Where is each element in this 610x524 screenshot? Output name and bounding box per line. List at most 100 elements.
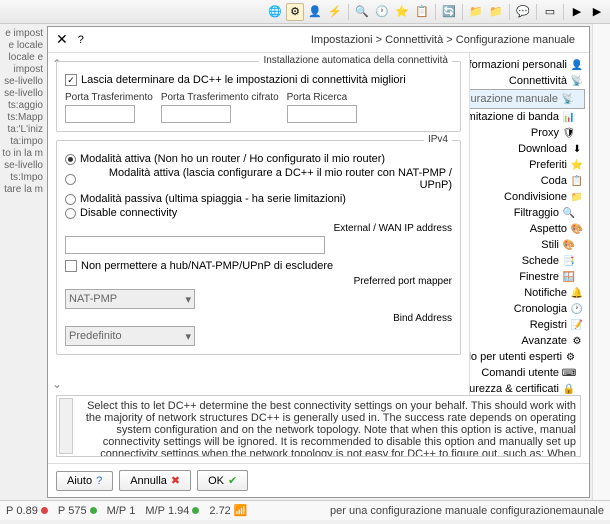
radio-active-upnp[interactable]: [65, 174, 76, 185]
port-mapper-label: Preferred port mapper: [65, 276, 452, 287]
tb-clock-icon[interactable]: 🕐: [373, 3, 391, 21]
tb-flash-icon[interactable]: ⚡: [326, 3, 344, 21]
nat-override-checkbox[interactable]: [65, 260, 77, 272]
tree-icon: 🎨: [563, 239, 575, 251]
ok-button[interactable]: ✔OK: [197, 470, 248, 491]
tb-search-icon[interactable]: 🔍: [353, 3, 371, 21]
port-transfer-input[interactable]: [65, 105, 135, 123]
tree-item[interactable]: 📡 Connettività: [474, 73, 585, 89]
tb-list-icon[interactable]: 📋: [413, 3, 431, 21]
tree-item[interactable]: 📑 Schede: [474, 253, 585, 269]
port-mapper-select[interactable]: ▾NAT-PMP: [65, 289, 195, 309]
radio4-label: Disable connectivity: [80, 207, 177, 219]
tree-item[interactable]: 🔒Sicurezza & certificati: [474, 381, 585, 395]
tree-icon: ⚙: [566, 351, 575, 363]
radio-passive[interactable]: [65, 194, 76, 205]
port-enc-input[interactable]: [161, 105, 231, 123]
help-scrollbar[interactable]: [59, 398, 73, 454]
tb-refresh-icon[interactable]: 🔄: [440, 3, 458, 21]
tb-gear-icon[interactable]: ⚙: [286, 3, 304, 21]
tree-item[interactable]: 📁Condivisione: [474, 189, 585, 205]
tree-label: Filtraggio: [514, 207, 559, 219]
port-search-input[interactable]: [287, 105, 357, 123]
left-gutter: [592, 24, 610, 500]
tree-icon: 📊: [563, 111, 575, 123]
tb-window-icon[interactable]: ▭: [541, 3, 559, 21]
background-text: e impost e locale locale e impost se-liv…: [0, 24, 45, 500]
tree-item[interactable]: ⚙Solo per utenti esperti: [474, 349, 585, 365]
tree-icon: 🔍: [563, 207, 575, 219]
tb-play-icon[interactable]: ▶: [588, 3, 606, 21]
help-button[interactable]: ?Aiuto: [56, 471, 113, 491]
tree-icon: 📡: [571, 75, 583, 87]
tree-label: Stili: [541, 239, 559, 251]
status-up: 1.94 M/P: [145, 505, 199, 517]
tree-item[interactable]: 🎨 Stili: [474, 237, 585, 253]
status-p1: 575 P: [58, 505, 97, 517]
radio-disable[interactable]: [65, 208, 76, 219]
tree-item[interactable]: 📋Coda: [474, 173, 585, 189]
help-text: Select this to let DC++ determine the be…: [61, 400, 576, 457]
tree-item[interactable]: 📡Configurazione manuale: [469, 89, 585, 109]
chevron-down-icon[interactable]: ⌄: [52, 377, 62, 391]
tree-label: Notifiche: [524, 287, 567, 299]
tree-label: Schede: [522, 255, 559, 267]
tree-icon: 🎨: [571, 223, 583, 235]
tree-icon: 📑: [563, 255, 575, 267]
tree-icon: ⭐: [571, 159, 583, 171]
tree-item[interactable]: 🕐 Cronologia: [474, 301, 585, 317]
tree-label: Connettività: [509, 75, 567, 87]
close-icon[interactable]: ✕: [56, 31, 68, 48]
tree-item[interactable]: ⌨Comandi utente: [474, 365, 585, 381]
tb-star-icon[interactable]: ⭐: [393, 3, 411, 21]
group-ipv4-title: IPv4: [424, 134, 452, 145]
nat-override-label: Non permettere a hub/NAT-PMP/UPnP di esc…: [81, 260, 333, 272]
tree-item[interactable]: 🔍 Filtraggio: [474, 205, 585, 221]
tree-label: Informazioni personali: [469, 59, 567, 71]
tree-label: Sicurezza & certificati: [469, 383, 559, 395]
tree-item[interactable]: 🪟Finestre: [474, 269, 585, 285]
tree-label: Registri: [530, 319, 567, 331]
tb-globe-icon[interactable]: 🌐: [266, 3, 284, 21]
tb-play2-icon[interactable]: ▶: [568, 3, 586, 21]
tb-folder2-icon[interactable]: 📁: [467, 3, 485, 21]
tree-item[interactable]: 🛡Proxy: [474, 125, 585, 141]
tree-item[interactable]: 📝 Registri: [474, 317, 585, 333]
port-enc-label: Porta Trasferimento cifrato: [161, 92, 279, 103]
tree-label: Preferiti: [529, 159, 567, 171]
tree-item[interactable]: ⚙Avanzate: [474, 333, 585, 349]
tree-icon: ⚙: [571, 335, 583, 347]
tree-icon: 📁: [571, 191, 583, 203]
radio-active-norouter[interactable]: [65, 154, 76, 165]
tree-label: Download: [518, 143, 567, 155]
help-text-box: Select this to let DC++ determine the be…: [56, 395, 581, 457]
breadcrumb: Impostazioni > Connettività > Configuraz…: [311, 34, 581, 46]
tb-chat-icon[interactable]: 💬: [514, 3, 532, 21]
tb-user-icon[interactable]: 👤: [306, 3, 324, 21]
status-bar: per una configurazione manuale configura…: [0, 500, 610, 520]
external-ip-input[interactable]: [65, 236, 325, 254]
tree-item[interactable]: 📊Limitazione di banda: [474, 109, 585, 125]
tree-item[interactable]: 🎨Aspetto: [474, 221, 585, 237]
bind-address-select[interactable]: ▾Predefinito: [65, 326, 195, 346]
external-ip-label: External / WAN IP address: [65, 223, 452, 234]
tree-icon: ⬇: [571, 143, 583, 155]
tree-icon: 🪟: [563, 271, 575, 283]
tb-folder-icon[interactable]: 📁: [487, 3, 505, 21]
settings-tree: 👤Informazioni personali 📡 Connettività 📡Con…: [469, 53, 589, 395]
help-icon[interactable]: ?: [78, 34, 84, 46]
tree-item[interactable]: ⭐ Preferiti: [474, 157, 585, 173]
port-transfer-label: Porta Trasferimento: [65, 92, 153, 103]
tree-icon: 📝: [571, 319, 583, 331]
tree-label: Cronologia: [514, 303, 567, 315]
status-message: per una configurazione manuale configura…: [258, 505, 604, 517]
settings-content: ⌃ Installazione automatica della connett…: [48, 53, 469, 395]
auto-detect-checkbox[interactable]: ✓: [65, 74, 77, 86]
cancel-button[interactable]: ✖Annulla: [119, 470, 191, 491]
tree-label: Limitazione di banda: [469, 111, 559, 123]
tree-icon: 🔔: [571, 287, 583, 299]
tree-item[interactable]: 👤Informazioni personali: [474, 57, 585, 73]
tree-icon: 🕐: [571, 303, 583, 315]
tree-item[interactable]: ⬇ Download: [474, 141, 585, 157]
tree-item[interactable]: 🔔 Notifiche: [474, 285, 585, 301]
